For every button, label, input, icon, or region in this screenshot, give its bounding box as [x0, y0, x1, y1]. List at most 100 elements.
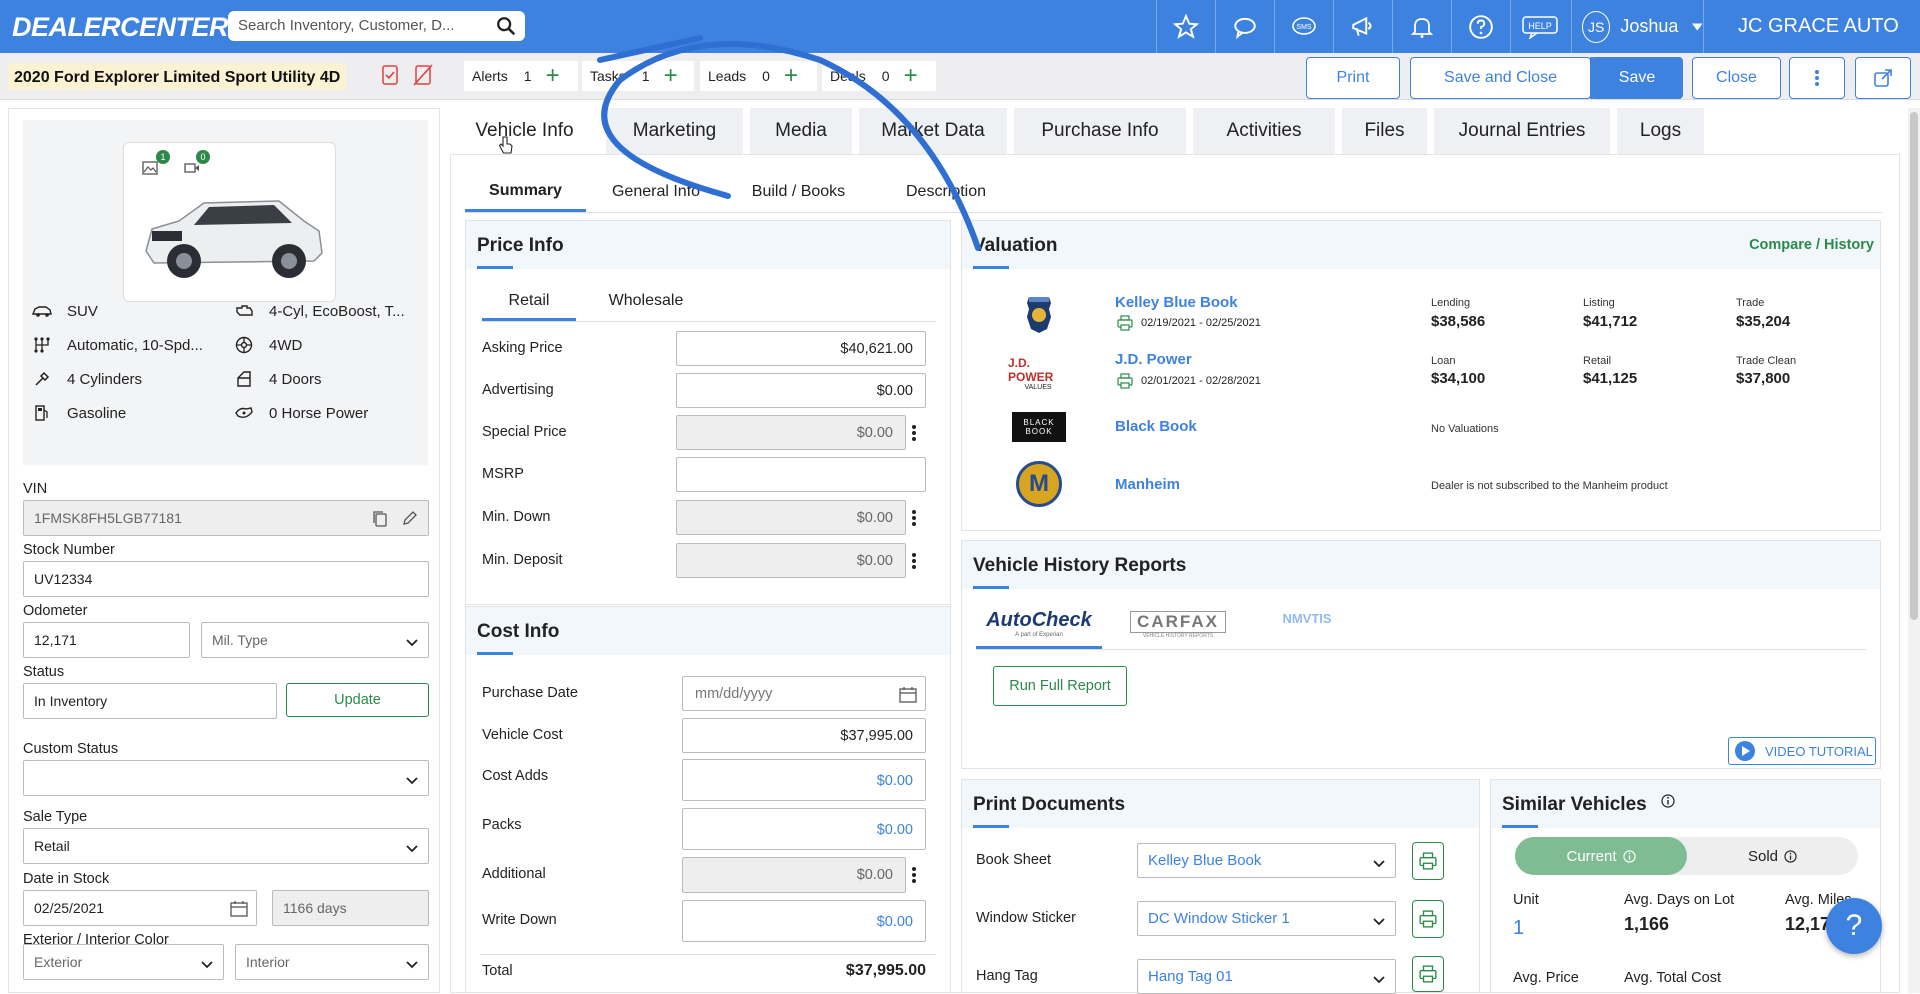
tasks-counter[interactable]: Tasks 1 +: [582, 61, 694, 91]
favorites-star-icon[interactable]: [1156, 0, 1215, 53]
plus-icon[interactable]: +: [784, 64, 798, 88]
status-input[interactable]: In Inventory: [23, 683, 277, 719]
manheim-link[interactable]: Manheim: [1115, 476, 1180, 493]
carfax-tab[interactable]: CARFAX VEHICLE HISTORY REPORTS: [1130, 611, 1226, 639]
jd-power-link[interactable]: J.D. Power: [1115, 351, 1192, 368]
interior-color-select[interactable]: Interior: [235, 944, 429, 980]
bell-icon[interactable]: [1392, 0, 1451, 53]
purchase-date-input[interactable]: mm/dd/yyyy: [682, 676, 926, 711]
mileage-type-select[interactable]: Mil. Type: [201, 622, 429, 658]
custom-status-select[interactable]: [23, 760, 429, 796]
tab-activities[interactable]: Activities: [1193, 108, 1335, 154]
black-book-link[interactable]: Black Book: [1115, 418, 1197, 435]
search-icon[interactable]: [495, 15, 517, 37]
save-and-close-button[interactable]: Save and Close: [1410, 57, 1591, 99]
current-toggle[interactable]: Current: [1515, 837, 1687, 875]
nmvtis-tab[interactable]: NMVTIS: [1272, 611, 1342, 639]
search-input[interactable]: Search Inventory, Customer, D...: [238, 17, 454, 34]
link-separator: /: [1815, 237, 1820, 253]
deals-counter[interactable]: Deals 0 +: [822, 61, 936, 91]
kebab-icon[interactable]: [911, 552, 917, 570]
history-link[interactable]: History: [1824, 237, 1874, 253]
advertising-input[interactable]: $0.00: [676, 373, 926, 408]
vehicle-photo[interactable]: 1 0: [123, 142, 336, 302]
print-book-sheet-button[interactable]: [1412, 842, 1444, 880]
more-options-button[interactable]: [1789, 57, 1845, 99]
help-chat-button[interactable]: ?: [1826, 898, 1882, 954]
odometer-input[interactable]: 12,171: [23, 622, 190, 658]
edit-pencil-icon[interactable]: [402, 510, 418, 526]
check-document-icon[interactable]: [380, 64, 400, 86]
tab-wholesale[interactable]: Wholesale: [591, 283, 701, 321]
global-search[interactable]: Search Inventory, Customer, D...: [228, 11, 525, 41]
print-documents-title: Print Documents: [962, 780, 1479, 828]
msrp-input[interactable]: [676, 457, 926, 492]
kebab-icon[interactable]: [911, 424, 917, 442]
tab-retail[interactable]: Retail: [482, 283, 576, 321]
scrollbar-thumb[interactable]: [1910, 112, 1918, 620]
tab-general-info[interactable]: General Info: [586, 172, 726, 212]
question-icon[interactable]: [1451, 0, 1510, 53]
chat-icon[interactable]: [1215, 0, 1274, 53]
asking-price-input[interactable]: $40,621.00: [676, 331, 926, 366]
tab-logs[interactable]: Logs: [1617, 108, 1704, 154]
write-down-link[interactable]: $0.00: [682, 900, 926, 942]
printer-icon[interactable]: [1117, 373, 1133, 389]
calendar-icon[interactable]: [899, 686, 917, 703]
kebab-icon[interactable]: [911, 866, 917, 884]
exterior-color-select[interactable]: Exterior: [23, 944, 224, 980]
compare-link[interactable]: Compare: [1749, 237, 1812, 253]
kebab-icon[interactable]: [911, 509, 917, 527]
close-button[interactable]: Close: [1692, 57, 1781, 99]
tab-marketing[interactable]: Marketing: [606, 108, 743, 154]
megaphone-icon[interactable]: [1333, 0, 1392, 53]
save-button[interactable]: Save: [1591, 57, 1683, 99]
no-document-icon[interactable]: [413, 64, 433, 86]
autocheck-tab[interactable]: AutoCheck A part of Experian: [976, 609, 1102, 649]
video-tutorial-button[interactable]: VIDEO TUTORIAL: [1728, 737, 1876, 765]
plus-icon[interactable]: +: [664, 64, 678, 88]
hang-tag-select[interactable]: Hang Tag 01: [1137, 959, 1396, 994]
kbb-link[interactable]: Kelley Blue Book: [1115, 294, 1238, 311]
print-hang-tag-button[interactable]: [1412, 956, 1444, 992]
update-status-button[interactable]: Update: [286, 683, 429, 717]
sold-toggle[interactable]: Sold: [1687, 837, 1858, 875]
printer-icon[interactable]: [1117, 315, 1133, 331]
plus-icon[interactable]: +: [546, 64, 560, 88]
unit-count-link[interactable]: 1: [1513, 917, 1524, 940]
brand-logo[interactable]: DEALERCENTER: [12, 12, 229, 43]
popout-button[interactable]: [1855, 57, 1911, 99]
tab-summary[interactable]: Summary: [465, 172, 586, 212]
cost-info-panel: Cost Info Purchase Date mm/dd/yyyy Vehic…: [465, 606, 951, 993]
window-sticker-select[interactable]: DC Window Sticker 1: [1137, 901, 1396, 936]
cost-adds-link[interactable]: $0.00: [682, 759, 926, 801]
print-button[interactable]: Print: [1306, 57, 1400, 99]
tab-description[interactable]: Description: [871, 172, 1021, 212]
print-window-sticker-button[interactable]: [1412, 900, 1444, 938]
page-scrollbar[interactable]: [1908, 108, 1920, 993]
tab-market-data[interactable]: Market Data: [859, 108, 1007, 154]
packs-link[interactable]: $0.00: [682, 808, 926, 850]
sms-icon[interactable]: SMS: [1274, 0, 1333, 53]
vehicle-cost-input[interactable]: $37,995.00: [682, 718, 926, 753]
date-in-stock-input[interactable]: 02/25/2021: [23, 890, 257, 926]
dealer-switcher[interactable]: JC GRACE AUTO: [1703, 0, 1920, 53]
plus-icon[interactable]: +: [904, 64, 918, 88]
tab-build-books[interactable]: Build / Books: [726, 172, 871, 212]
tab-purchase-info[interactable]: Purchase Info: [1014, 108, 1186, 154]
copy-icon[interactable]: [372, 510, 388, 528]
tab-media[interactable]: Media: [750, 108, 852, 154]
help-icon[interactable]: HELP: [1510, 0, 1569, 53]
info-icon[interactable]: [1661, 794, 1675, 808]
calendar-icon[interactable]: [230, 900, 248, 917]
sale-type-select[interactable]: Retail: [23, 828, 429, 864]
run-full-report-button[interactable]: Run Full Report: [993, 666, 1127, 706]
user-menu[interactable]: JS Joshua: [1571, 0, 1703, 53]
tab-files[interactable]: Files: [1342, 108, 1427, 154]
leads-counter[interactable]: Leads 0 +: [700, 61, 817, 91]
alerts-counter[interactable]: Alerts 1 +: [464, 61, 578, 91]
book-sheet-select[interactable]: Kelley Blue Book: [1137, 843, 1396, 878]
stock-number-input[interactable]: UV12334: [23, 561, 429, 597]
tab-journal-entries[interactable]: Journal Entries: [1434, 108, 1610, 154]
tab-vehicle-info[interactable]: Vehicle Info: [450, 108, 599, 154]
